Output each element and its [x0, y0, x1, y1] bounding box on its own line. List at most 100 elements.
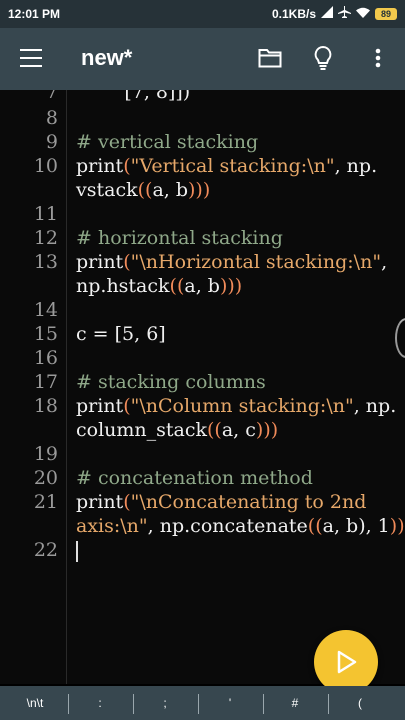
code-line[interactable]: 10 print("Vertical stacking:\n", np. [0, 155, 405, 178]
line-number: 10 [33, 155, 58, 177]
status-time: 12:01 PM [8, 7, 61, 21]
code-token: a, c [221, 419, 256, 441]
code-token: "\nColumn stacking:\n" [130, 395, 354, 417]
symbol-key[interactable]: # [266, 686, 324, 720]
code-line[interactable]: axis:\n", np.concatenate((a, b), 1)) [0, 515, 405, 538]
battery-icon: 89 [375, 7, 397, 20]
symbol-key[interactable]: ' [201, 686, 259, 720]
signal-icon [321, 6, 333, 21]
status-right: 0.1KB/s 89 [272, 6, 397, 21]
code-line[interactable]: 17 # stacking columns [0, 371, 405, 394]
code-line[interactable]: 8 [0, 107, 405, 130]
code-token: ))) [219, 275, 243, 297]
code-token: (( [307, 515, 323, 537]
line-number: 15 [33, 323, 58, 345]
key-separator [68, 694, 69, 714]
code-text: c = [5, 6] [76, 323, 166, 346]
code-text: column_stack((a, c))) [76, 419, 278, 442]
line-number: 18 [33, 395, 58, 417]
code-token: # horizontal stacking [76, 227, 283, 249]
code-line[interactable]: 9 # vertical stacking [0, 131, 405, 154]
code-token: print [76, 155, 124, 177]
code-line[interactable]: 16 [0, 347, 405, 370]
code-text: np.hstack((a, b))) [76, 275, 242, 298]
code-line[interactable]: 13 print("\nHorizontal stacking:\n", [0, 251, 405, 274]
code-line[interactable]: 15 c = [5, 6] [0, 323, 405, 346]
code-line[interactable]: 20 # concatenation method [0, 467, 405, 490]
code-text [76, 539, 78, 562]
code-token: "\nConcatenating to 2nd [130, 491, 367, 513]
code-token: ( [123, 395, 131, 417]
code-token: (( [169, 275, 185, 297]
lightbulb-icon[interactable] [313, 45, 333, 76]
symbol-key[interactable]: \n\t [6, 686, 64, 720]
code-token: print [76, 491, 124, 513]
code-token: # concatenation method [76, 467, 313, 489]
code-token: "\nHorizontal stacking:\n" [130, 251, 382, 273]
code-line[interactable]: 14 [0, 299, 405, 322]
line-number: 19 [33, 443, 58, 465]
code-token: , np. [353, 395, 397, 417]
line-number: 7 [45, 90, 58, 103]
code-token: , np.concatenate [147, 515, 308, 537]
code-line[interactable]: vstack((a, b))) [0, 179, 405, 202]
line-number: 11 [33, 203, 58, 225]
code-line[interactable]: 18 print("\nColumn stacking:\n", np. [0, 395, 405, 418]
code-text: axis:\n", np.concatenate((a, b), 1)) [76, 515, 405, 538]
code-text: vstack((a, b))) [76, 179, 210, 202]
more-vert-icon[interactable] [375, 48, 381, 73]
code-token: ( [123, 251, 131, 273]
code-token: )) [389, 515, 405, 537]
code-text: [7, 8]]) [76, 90, 190, 104]
line-number: 16 [33, 347, 58, 369]
code-token: axis:\n" [76, 515, 148, 537]
key-separator [198, 694, 199, 714]
symbol-key[interactable]: : [71, 686, 129, 720]
code-text: print("\nHorizontal stacking:\n", [76, 251, 387, 274]
code-line[interactable]: 12 # horizontal stacking [0, 227, 405, 250]
code-line[interactable]: np.hstack((a, b))) [0, 275, 405, 298]
symbol-key[interactable]: ; [136, 686, 194, 720]
line-number: 13 [33, 251, 58, 273]
line-number: 21 [33, 491, 58, 513]
code-line[interactable]: column_stack((a, c))) [0, 419, 405, 442]
code-token: # vertical stacking [76, 131, 259, 153]
code-token: [7, 8]]) [76, 90, 191, 103]
line-number: 17 [33, 371, 58, 393]
folder-icon[interactable] [258, 48, 282, 73]
code-token: a, b [184, 275, 220, 297]
line-number: 14 [33, 299, 58, 321]
line-number: 8 [45, 107, 58, 129]
code-line[interactable]: 7 [7, 8]]) [0, 90, 405, 104]
code-token: a, b [152, 179, 189, 201]
file-title: new* [81, 45, 133, 70]
app-toolbar: new* [0, 28, 405, 90]
symbol-key[interactable]: ( [331, 686, 389, 720]
code-token: (( [207, 419, 222, 441]
key-separator [328, 694, 329, 714]
code-line[interactable]: 19 [0, 443, 405, 466]
code-token: "Vertical stacking:\n" [130, 155, 335, 177]
line-number: 20 [33, 467, 58, 489]
key-separator [133, 694, 134, 714]
code-token: , [381, 251, 388, 273]
code-token: , np. [334, 155, 378, 177]
code-line[interactable]: 21 print("\nConcatenating to 2nd [0, 491, 405, 514]
code-token: c = [5, 6] [76, 323, 166, 345]
code-editor[interactable]: 7 [7, 8]]) 8 9 # vertical stacking 10 print("… [0, 90, 405, 684]
status-bar: 12:01 PM 0.1KB/s 89 [0, 0, 405, 28]
code-line[interactable]: 11 [0, 203, 405, 226]
code-token: np.hstack [76, 275, 170, 297]
code-token: ))) [255, 419, 279, 441]
code-token: a, b), 1 [322, 515, 390, 537]
code-text: print("\nConcatenating to 2nd [76, 491, 366, 514]
run-button[interactable] [314, 630, 378, 694]
code-text: # vertical stacking [76, 131, 258, 154]
menu-icon[interactable] [20, 49, 42, 67]
code-line[interactable]: 22 [0, 539, 405, 562]
code-token: ))) [188, 179, 211, 201]
airplane-icon [338, 6, 351, 21]
code-token: ( [123, 491, 131, 513]
symbol-keybar: \n\t:; ' #( [0, 686, 405, 720]
network-speed: 0.1KB/s [271, 6, 316, 21]
